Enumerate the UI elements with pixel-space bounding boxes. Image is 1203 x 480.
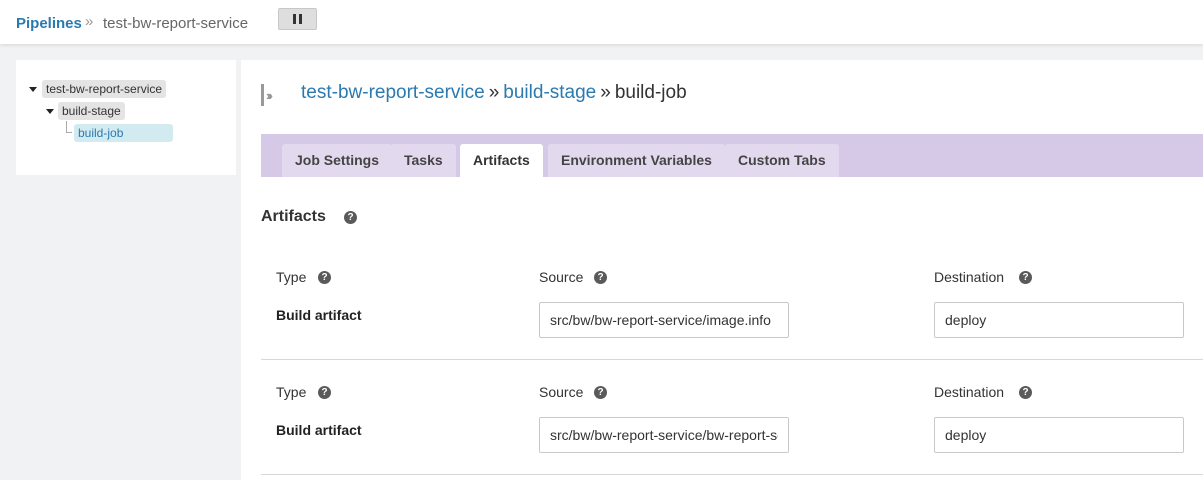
tab-job-settings[interactable]: Job Settings [282,144,393,177]
tree-node-pipeline[interactable]: test-bw-report-service [42,80,167,98]
breadcrumb-current-pipeline: test-bw-report-service [103,15,249,32]
collapse-arrow-icon[interactable] [46,109,54,114]
collapse-arrow-icon[interactable] [29,87,37,92]
top-bar: Pipelines » test-bw-report-service [0,0,1203,44]
tab-bar: Job Settings Tasks Artifacts Environment… [261,134,1203,177]
help-icon[interactable]: ? [594,271,607,284]
pause-pipeline-button[interactable] [278,8,317,30]
source-label: Source [539,269,584,285]
page-title: test-bw-report-service» build-stage» build… [301,82,687,104]
pipeline-tree: test-bw-report-service build-stage build… [16,60,236,175]
artifact-row: Type ? Build artifact Source ? Destinati… [261,360,1203,475]
breadcrumb-separator: » [85,13,94,30]
tab-artifacts[interactable]: Artifacts [460,144,543,177]
breadcrumb-pipelines-link[interactable]: Pipelines [16,15,82,32]
help-icon[interactable]: ? [318,271,331,284]
help-icon[interactable]: ? [318,386,331,399]
type-label: Type [276,269,307,285]
section-title: Artifacts [261,208,326,225]
source-label: Source [539,384,584,400]
help-icon[interactable]: ? [1019,386,1032,399]
tab-tasks[interactable]: Tasks [391,144,456,177]
source-input[interactable] [539,417,789,453]
artifact-type: Build artifact [276,422,362,438]
type-label: Type [276,384,307,400]
tab-custom-tabs[interactable]: Custom Tabs [725,144,839,177]
help-icon[interactable]: ? [1019,271,1032,284]
destination-input[interactable] [934,417,1184,453]
destination-label: Destination [934,269,1005,285]
tab-environment-variables[interactable]: Environment Variables [548,144,725,177]
source-input[interactable] [539,302,789,338]
title-separator: » [488,82,500,103]
artifact-row: Type ? Build artifact Source ? Destinati… [261,245,1203,360]
help-icon[interactable]: ? [594,386,607,399]
tree-connector [66,121,72,133]
artifact-type: Build artifact [276,307,362,323]
destination-input[interactable] [934,302,1184,338]
tree-node-stage[interactable]: build-stage [58,102,125,120]
help-icon[interactable]: ? [344,211,357,224]
job-settings-panel: ››› test-bw-report-service» build-stage» b… [241,60,1203,480]
title-separator: » [600,82,611,103]
title-pipeline-link[interactable]: test-bw-report-service [301,82,485,103]
pause-icon [293,14,302,24]
pipeline-icon: ››› [261,84,287,106]
title-stage-link[interactable]: build-stage [503,82,596,103]
tree-node-job[interactable]: build-job [74,124,173,142]
destination-label: Destination [934,384,1005,400]
title-job: build-job [614,82,687,103]
